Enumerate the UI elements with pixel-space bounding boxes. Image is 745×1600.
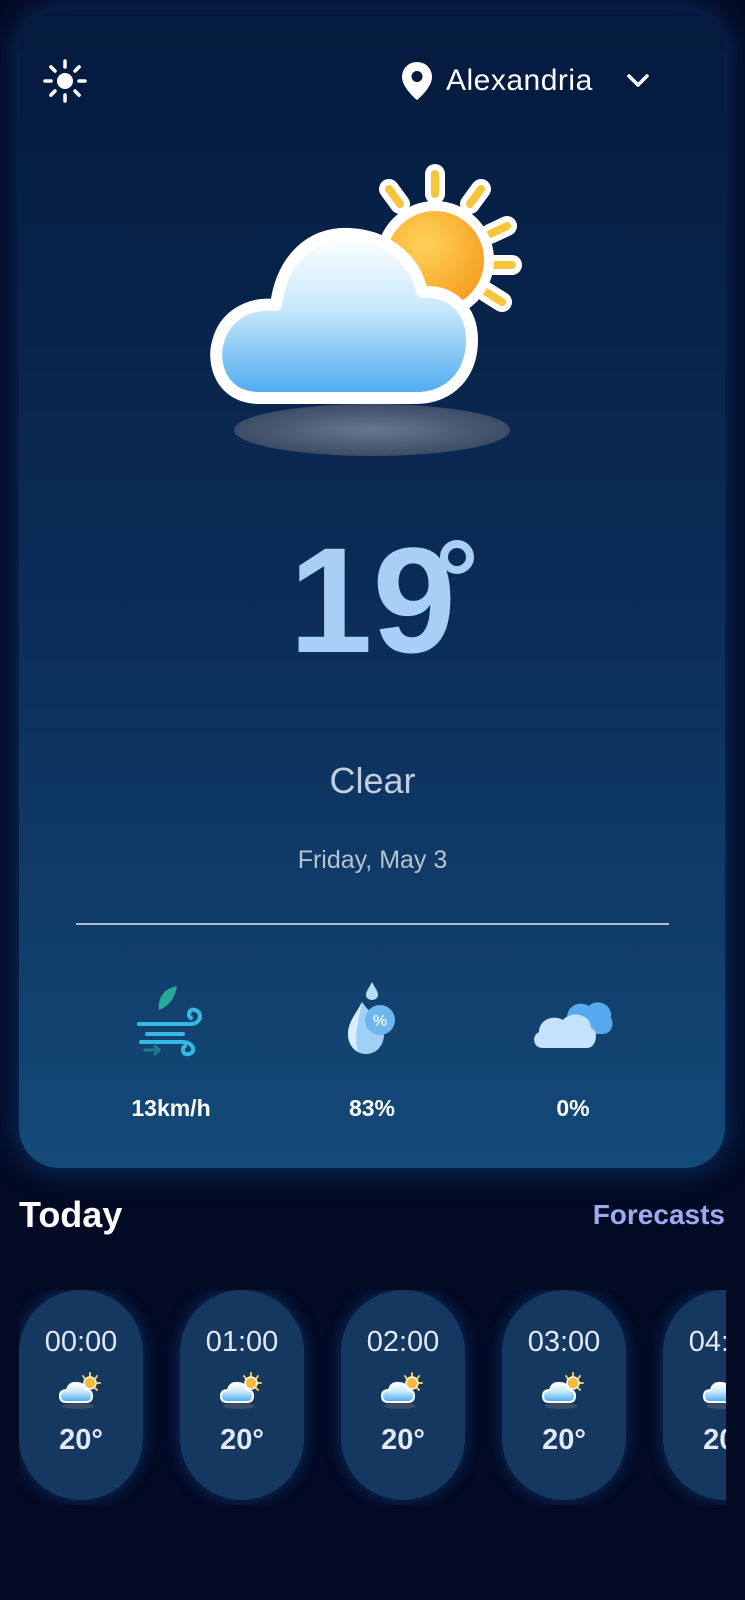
sun-icon xyxy=(43,59,87,103)
partly-cloudy-icon xyxy=(58,1371,104,1411)
svg-text:%: % xyxy=(373,1013,387,1030)
partly-cloudy-icon xyxy=(210,164,522,456)
wind-stat: 13km/h xyxy=(81,975,261,1122)
cloud-cover-value: 0% xyxy=(556,1095,590,1121)
location-pin-icon xyxy=(402,62,432,100)
hour-temperature: 20° xyxy=(703,1424,726,1456)
humidity-stat: % 83% xyxy=(282,975,462,1122)
location-name: Alexandria xyxy=(446,64,593,97)
degree-symbol xyxy=(440,540,474,574)
hour-time: 00:00 xyxy=(44,1326,118,1358)
current-temperature: 19 xyxy=(0,520,745,680)
hour-time: 04:00 xyxy=(688,1326,726,1358)
cloud-icon xyxy=(534,1002,613,1048)
partly-cloudy-icon xyxy=(541,1371,587,1411)
wind-speed-value: 13km/h xyxy=(131,1095,211,1121)
wind-icon xyxy=(137,986,202,1057)
hour-temperature: 20° xyxy=(220,1424,264,1456)
current-date: Friday, May 3 xyxy=(297,846,448,874)
hour-temperature: 20° xyxy=(542,1424,586,1456)
partly-cloudy-icon xyxy=(380,1371,426,1411)
forecasts-link[interactable]: Forecasts xyxy=(593,1199,725,1231)
hour-time: 02:00 xyxy=(366,1326,440,1358)
hour-time: 03:00 xyxy=(527,1326,601,1358)
hour-temperature: 20° xyxy=(59,1424,103,1456)
humidity-icon: % xyxy=(348,982,395,1054)
hour-card[interactable]: 04:00 20° xyxy=(663,1290,726,1500)
hour-temperature: 20° xyxy=(381,1424,425,1456)
divider xyxy=(76,923,669,925)
hour-time: 01:00 xyxy=(205,1326,279,1358)
theme-toggle-button[interactable] xyxy=(40,56,90,106)
location-selector[interactable]: Alexandria xyxy=(400,56,680,106)
partly-cloudy-icon xyxy=(702,1371,726,1411)
weather-condition: Clear xyxy=(329,760,416,801)
hour-card[interactable]: 02:00 20° xyxy=(341,1290,465,1500)
hour-card[interactable]: 01:00 20° xyxy=(180,1290,304,1500)
hourly-forecast-list[interactable]: 00:00 20° 01:00 20° 02:00 20° 03:00 20° … xyxy=(19,1290,726,1505)
chevron-down-icon xyxy=(627,74,649,87)
hour-card[interactable]: 03:00 20° xyxy=(502,1290,626,1500)
today-title: Today xyxy=(19,1194,123,1235)
partly-cloudy-icon xyxy=(219,1371,265,1411)
humidity-value: 83% xyxy=(348,1095,396,1121)
cloud-cover-stat: 0% xyxy=(483,975,663,1122)
hour-card[interactable]: 00:00 20° xyxy=(19,1290,143,1500)
